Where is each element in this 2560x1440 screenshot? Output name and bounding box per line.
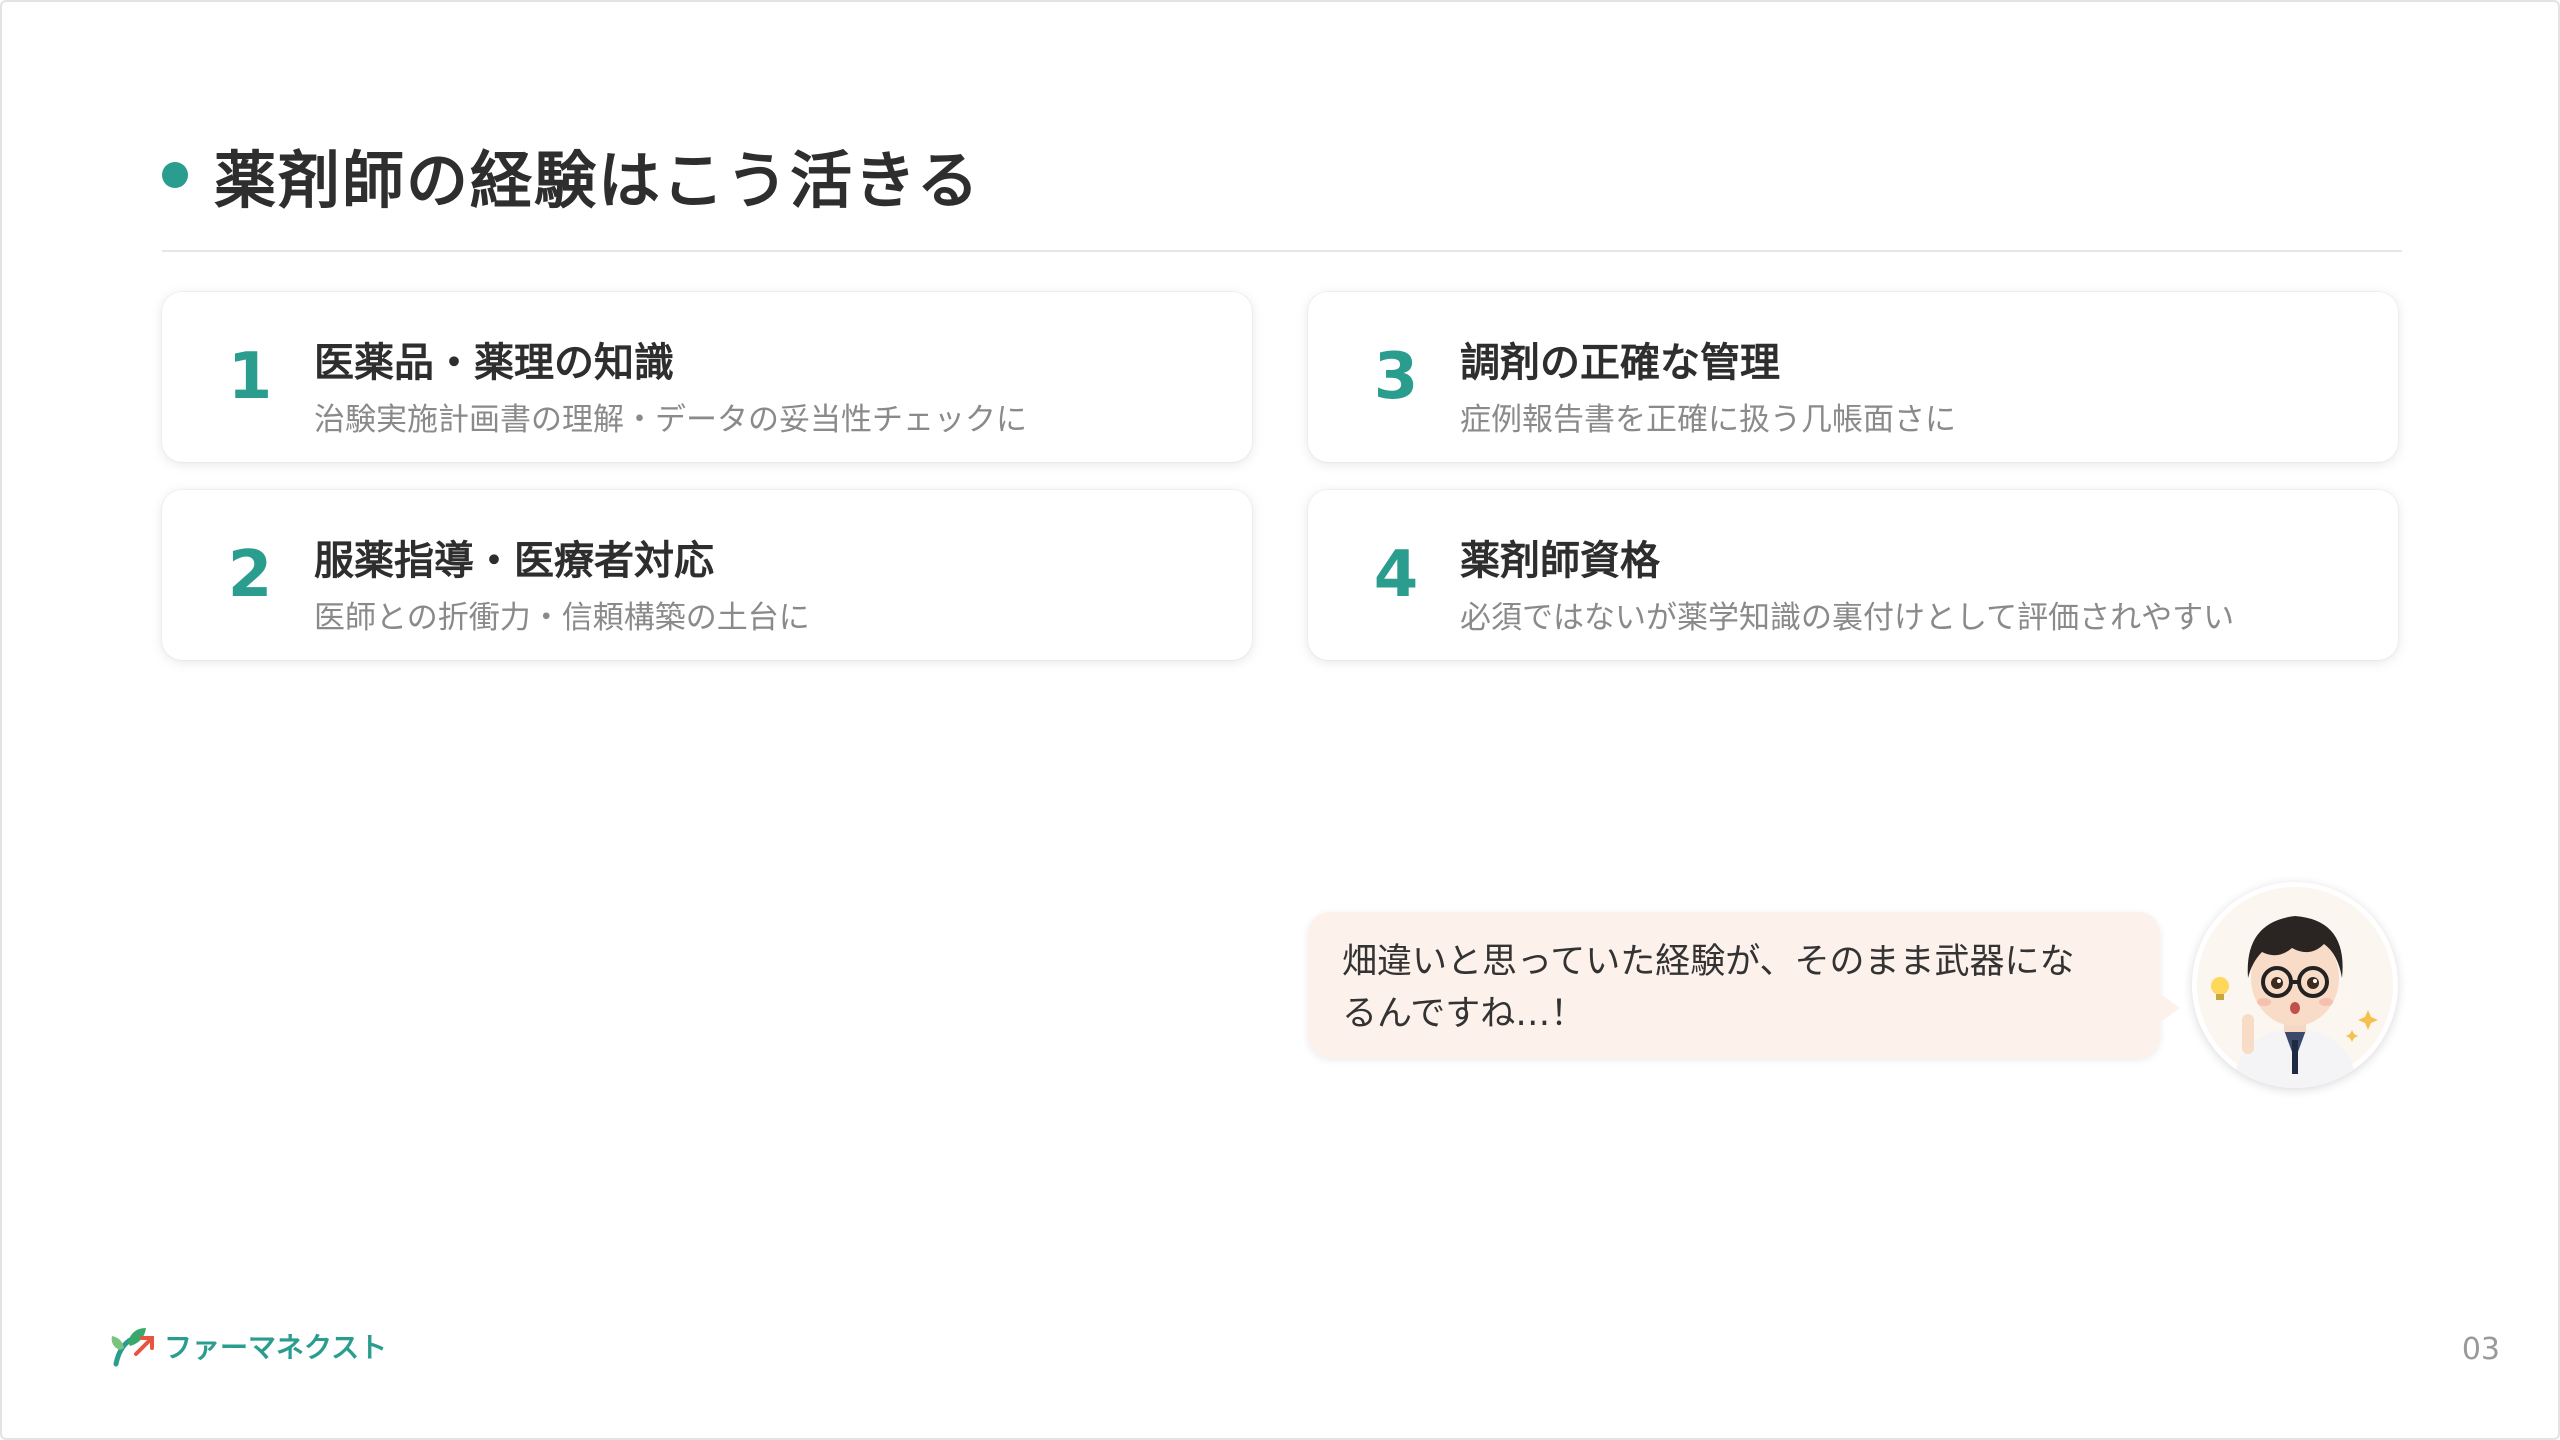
card-subtitle: 医師との折衝力・信頼構築の土台に bbox=[314, 600, 810, 636]
card-title: 調剤の正確な管理 bbox=[1460, 340, 1780, 386]
page-number: 03 bbox=[2461, 1332, 2500, 1367]
bubble-line-2: るんですね…！ bbox=[1342, 994, 1586, 1034]
card-title: 医薬品・薬理の知識 bbox=[314, 340, 674, 386]
sprout-arrow-icon bbox=[111, 1328, 154, 1367]
card-subtitle: 症例報告書を正確に扱う几帳面さに bbox=[1460, 402, 1956, 438]
brand-logo: ファーマネクスト bbox=[106, 1320, 387, 1372]
card-subtitle: 必須ではないが薬学知識の裏付けとして評価されやすい bbox=[1460, 600, 2235, 636]
experience-card-2: 2 服薬指導・医療者対応 医師との折衝力・信頼構築の土台に bbox=[162, 490, 1252, 660]
slide-title-group: 薬剤師の経験はこう活きる bbox=[162, 130, 981, 220]
card-subtitle: 治験実施計画書の理解・データの妥当性チェックに bbox=[314, 402, 1027, 438]
speech-bubble: 畑違いと思っていた経験が、そのまま武器にな るんですね…！ bbox=[1308, 912, 2160, 1058]
card-number: 2 bbox=[227, 538, 273, 612]
card-title: 服薬指導・医療者対応 bbox=[314, 538, 714, 584]
experience-card-3: 3 調剤の正確な管理 症例報告書を正確に扱う几帳面さに bbox=[1308, 292, 2398, 462]
experience-card-4: 4 薬剤師資格 必須ではないが薬学知識の裏付けとして評価されやすい bbox=[1308, 490, 2398, 660]
page-title: 薬剤師の経験はこう活きる bbox=[214, 144, 981, 217]
bubble-tail bbox=[2158, 992, 2180, 1024]
brand-name: ファーマネクスト bbox=[164, 1331, 388, 1364]
card-number: 1 bbox=[227, 340, 273, 414]
slide: 薬剤師の経験はこう活きる 1 医薬品・薬理の知識 治験実施計画書の理解・データの… bbox=[0, 0, 2560, 1440]
title-bullet-icon bbox=[162, 162, 188, 188]
card-number: 3 bbox=[1373, 340, 1419, 414]
bubble-line-1: 畑違いと思っていた経験が、そのまま武器にな bbox=[1342, 942, 2075, 982]
experience-card-1: 1 医薬品・薬理の知識 治験実施計画書の理解・データの妥当性チェックに bbox=[162, 292, 1252, 462]
card-number: 4 bbox=[1373, 538, 1419, 612]
card-title: 薬剤師資格 bbox=[1460, 538, 1660, 584]
title-divider bbox=[162, 250, 2402, 252]
pharmacist-avatar-icon bbox=[2192, 882, 2398, 1088]
